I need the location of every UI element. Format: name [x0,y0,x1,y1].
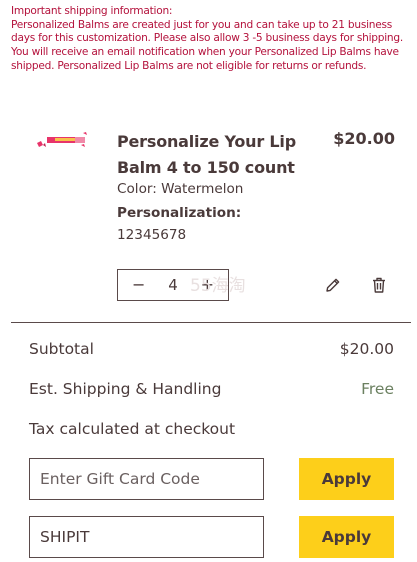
promo-apply-button[interactable]: Apply [299,516,394,558]
quantity-value[interactable]: 4 [168,276,178,294]
product-color: Color: Watermelon [117,181,244,197]
promo-code-input[interactable] [29,516,264,558]
shipping-notice: Important shipping information: Personal… [11,5,407,74]
product-thumbnail[interactable] [35,131,89,151]
divider [11,322,411,323]
quantity-stepper: − 4 + [117,269,229,301]
personalization-value: 12345678 [117,227,187,243]
trash-icon[interactable] [372,277,386,293]
pencil-icon[interactable] [325,277,341,293]
shipping-notice-body: Personalized Balms are created just for … [11,18,403,72]
product-title[interactable]: Personalize Your Lip Balm 4 to 150 count [117,129,307,181]
tax-note: Tax calculated at checkout [29,420,236,438]
subtotal-label: Subtotal [29,340,94,358]
shipping-notice-heading: Important shipping information: [11,5,173,17]
product-price: $20.00 [333,129,395,148]
increment-button[interactable]: + [201,277,214,293]
gift-card-input[interactable] [29,458,264,500]
subtotal-value: $20.00 [339,340,394,358]
shipping-value: Free [361,380,394,398]
gift-card-apply-button[interactable]: Apply [299,458,394,500]
decrement-button[interactable]: − [132,277,145,293]
shipping-label: Est. Shipping & Handling [29,380,222,398]
personalization-label: Personalization: [117,205,242,221]
